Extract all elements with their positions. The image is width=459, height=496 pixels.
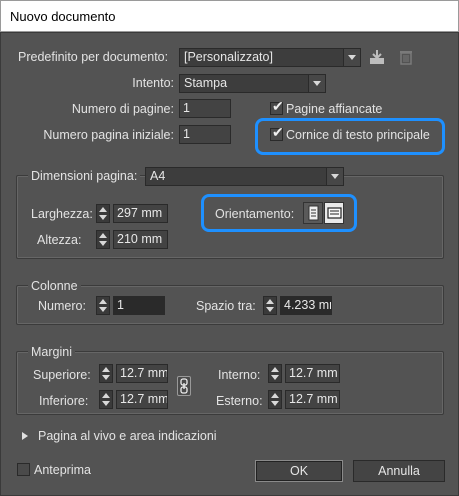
start-page-label: Numero pagina iniziale:	[43, 128, 174, 142]
bleed-slug-label[interactable]: Pagina al vivo e area indicazioni	[38, 429, 217, 443]
cancel-button[interactable]: Annulla	[353, 460, 445, 482]
gutter-label: Spazio tra:	[196, 299, 256, 313]
page-size-select[interactable]: A4	[145, 167, 344, 186]
margin-inside-input[interactable]: 12.7 mm	[285, 364, 340, 383]
title-bar: Nuovo documento	[0, 0, 459, 32]
pages-count-input[interactable]: 1	[179, 99, 231, 118]
width-label: Larghezza:	[31, 207, 93, 221]
margin-outside-input[interactable]: 12.7 mm	[285, 390, 340, 409]
start-page-input[interactable]: 1	[179, 125, 231, 144]
disclosure-triangle-icon[interactable]	[22, 432, 28, 440]
ok-button[interactable]: OK	[255, 460, 343, 482]
save-preset-icon[interactable]	[368, 48, 386, 66]
master-text-frame-label: Cornice di testo principale	[286, 128, 430, 142]
margin-inside-stepper[interactable]	[268, 364, 282, 383]
preview-checkbox[interactable]	[17, 463, 30, 476]
preset-value: [Personalizzato]	[184, 50, 273, 64]
width-input[interactable]: 297 mm	[113, 204, 168, 223]
page-size-value: A4	[150, 169, 166, 183]
preset-select[interactable]: [Personalizzato]	[179, 48, 361, 67]
margin-bottom-stepper[interactable]	[99, 390, 113, 409]
margin-outside-stepper[interactable]	[268, 390, 282, 409]
window-title: Nuovo documento	[10, 9, 116, 24]
facing-pages-label: Pagine affiancate	[286, 102, 383, 116]
chevron-down-icon	[326, 168, 343, 185]
margin-inside-label: Interno:	[218, 368, 261, 382]
margin-top-input[interactable]: 12.7 mm	[116, 364, 168, 383]
columns-number-input[interactable]: 1	[113, 296, 165, 315]
margin-outside-label: Esterno:	[216, 394, 263, 408]
orientation-label: Orientamento:	[215, 207, 295, 221]
checkmark-icon: ✔	[272, 98, 284, 114]
gutter-input[interactable]: 4.233 mr	[280, 296, 332, 315]
columns-title: Colonne	[28, 279, 81, 293]
margin-bottom-input[interactable]: 12.7 mm	[116, 390, 168, 409]
portrait-icon[interactable]	[303, 202, 323, 224]
facing-pages-checkbox[interactable]: ✔	[270, 98, 284, 115]
landscape-icon[interactable]	[324, 202, 344, 224]
intent-value: Stampa	[184, 76, 228, 90]
gutter-stepper[interactable]	[263, 296, 277, 315]
page-size-title: Dimensioni pagina:	[28, 169, 141, 183]
margin-bottom-label: Inferiore:	[39, 394, 89, 408]
delete-preset-icon[interactable]	[397, 48, 415, 66]
width-stepper[interactable]	[96, 204, 110, 223]
chain-link-icon[interactable]	[177, 376, 191, 396]
height-stepper[interactable]	[96, 230, 110, 249]
checkmark-icon: ✔	[272, 124, 284, 140]
intent-label: Intento:	[132, 76, 174, 90]
master-text-frame-checkbox[interactable]: ✔	[270, 124, 284, 141]
columns-number-stepper[interactable]	[96, 296, 110, 315]
chevron-down-icon	[343, 49, 360, 66]
margin-top-label: Superiore:	[33, 368, 91, 382]
height-label: Altezza:	[37, 233, 82, 247]
preset-label: Predefinito per documento:	[18, 50, 169, 64]
chevron-down-icon	[308, 75, 325, 92]
height-input[interactable]: 210 mm	[113, 230, 168, 249]
pages-count-label: Numero di pagine:	[71, 102, 174, 116]
preview-label: Anteprima	[34, 463, 91, 477]
columns-number-label: Numero:	[38, 299, 86, 313]
intent-select[interactable]: Stampa	[179, 74, 326, 93]
margin-top-stepper[interactable]	[99, 364, 113, 383]
margins-title: Margini	[28, 345, 75, 359]
